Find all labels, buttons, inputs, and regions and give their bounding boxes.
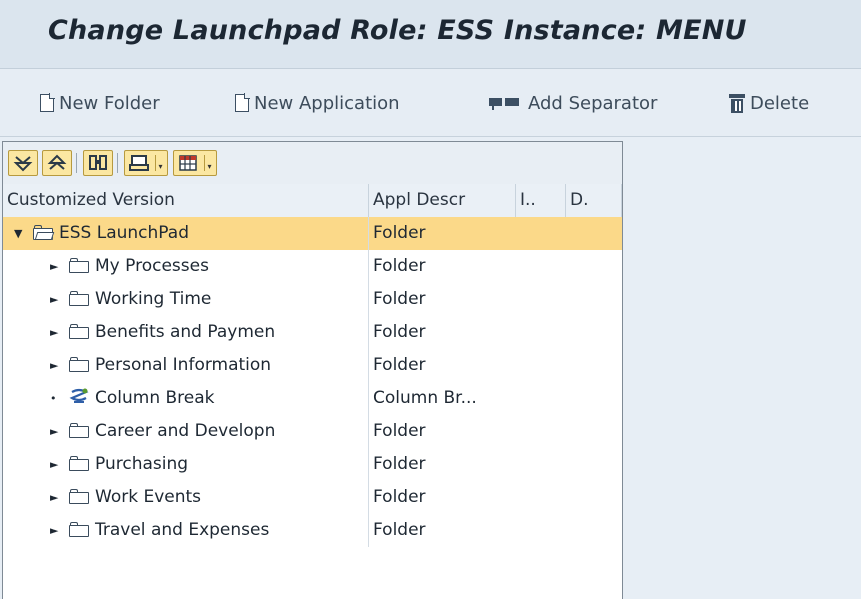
tree-rows: ▼ ESS LaunchPad Folder ► My Processes Folder ►… bbox=[3, 217, 622, 547]
folder-icon bbox=[69, 324, 89, 339]
delete-label: Delete bbox=[750, 92, 810, 114]
expand-all-icon bbox=[13, 156, 33, 172]
folder-icon bbox=[69, 291, 89, 306]
appl-descr-cell: Folder bbox=[373, 223, 426, 243]
tree-node-cell[interactable]: ► My Processes bbox=[3, 250, 369, 283]
tree-node-cell[interactable]: ► Benefits and Paymen bbox=[3, 316, 369, 349]
expand-arrow-icon[interactable]: ► bbox=[50, 415, 58, 448]
tree-node-cell[interactable]: ► Working Time bbox=[3, 283, 369, 316]
tree-node-label: ESS LaunchPad bbox=[59, 223, 189, 243]
delete-button[interactable]: Delete bbox=[729, 90, 809, 116]
trash-icon bbox=[729, 93, 745, 113]
column-break-icon bbox=[69, 388, 89, 413]
tree-node-label: Column Break bbox=[95, 388, 215, 408]
chevron-down-icon[interactable]: ▾ bbox=[204, 155, 214, 171]
new-document-icon bbox=[40, 93, 55, 112]
folder-icon bbox=[69, 258, 89, 273]
expand-arrow-icon[interactable]: ► bbox=[50, 514, 58, 547]
tree-toolbar: ▾ ▾ bbox=[3, 142, 622, 185]
new-application-button[interactable]: New Application bbox=[235, 90, 400, 116]
chevron-down-icon[interactable]: ▾ bbox=[155, 155, 165, 171]
appl-descr-cell: Column Br... bbox=[373, 388, 477, 408]
print-icon bbox=[129, 155, 149, 171]
tree-node-label: Working Time bbox=[95, 289, 212, 309]
table-row[interactable]: ► Career and Developn Folder bbox=[3, 415, 622, 448]
expand-arrow-icon[interactable]: ► bbox=[50, 250, 58, 283]
tree-node-cell[interactable]: ► Travel and Expenses bbox=[3, 514, 369, 547]
folder-open-icon bbox=[33, 225, 55, 240]
empty-detail-area bbox=[623, 141, 861, 599]
tree-node-cell[interactable]: ► Career and Developn bbox=[3, 415, 369, 448]
page-title: Change Launchpad Role: ESS Instance: MEN… bbox=[48, 15, 747, 46]
folder-icon bbox=[69, 522, 89, 537]
column-header[interactable]: I.. bbox=[516, 184, 566, 217]
appl-descr-cell: Folder bbox=[373, 355, 426, 375]
table-row[interactable]: ► Working Time Folder bbox=[3, 283, 622, 316]
column-header[interactable]: D. bbox=[566, 184, 622, 217]
layout-grid-icon bbox=[179, 155, 197, 171]
table-row[interactable]: • Column Break Column Br... bbox=[3, 382, 622, 415]
tree-node-label: Benefits and Paymen bbox=[95, 322, 276, 342]
table-row[interactable]: ▼ ESS LaunchPad Folder bbox=[3, 217, 622, 250]
column-header[interactable]: Customized Version bbox=[3, 184, 369, 217]
expand-all-button[interactable] bbox=[8, 150, 38, 176]
expand-arrow-icon[interactable]: ► bbox=[50, 481, 58, 514]
tree-node-label: My Processes bbox=[95, 256, 209, 276]
collapse-all-icon bbox=[47, 154, 67, 170]
tree-node-label: Purchasing bbox=[95, 454, 189, 474]
folder-icon bbox=[69, 357, 89, 372]
appl-descr-cell: Folder bbox=[373, 520, 426, 540]
table-row[interactable]: ► Personal Information Folder bbox=[3, 349, 622, 382]
expand-arrow-icon[interactable]: ► bbox=[50, 316, 58, 349]
table-row[interactable]: ► Work Events Folder bbox=[3, 481, 622, 514]
new-application-label: New Application bbox=[254, 92, 400, 114]
collapse-arrow-icon[interactable]: ▼ bbox=[14, 217, 22, 250]
folder-icon bbox=[69, 423, 89, 438]
print-button[interactable]: ▾ bbox=[124, 150, 168, 176]
new-folder-label: New Folder bbox=[59, 92, 160, 114]
tree-node-cell[interactable]: ► Personal Information bbox=[3, 349, 369, 382]
tree-node-label: Travel and Expenses bbox=[95, 520, 270, 540]
tree-node-label: Career and Developn bbox=[95, 421, 276, 441]
title-bar: Change Launchpad Role: ESS Instance: MEN… bbox=[0, 0, 861, 69]
find-icon bbox=[89, 155, 107, 170]
table-row[interactable]: ► My Processes Folder bbox=[3, 250, 622, 283]
column-header[interactable]: Appl Descr bbox=[369, 184, 516, 217]
add-separator-button[interactable]: Add Separator bbox=[489, 90, 657, 116]
column-header-row: Customized Version Appl Descr I.. D. bbox=[3, 184, 622, 218]
table-row[interactable]: ► Purchasing Folder bbox=[3, 448, 622, 481]
appl-descr-cell: Folder bbox=[373, 487, 426, 507]
appl-descr-cell: Folder bbox=[373, 421, 426, 441]
tree-node-label: Work Events bbox=[95, 487, 202, 507]
new-folder-button[interactable]: New Folder bbox=[40, 90, 160, 116]
application-toolbar: New Folder New Application Add Separator… bbox=[0, 69, 861, 137]
expand-arrow-icon[interactable]: ► bbox=[50, 349, 58, 382]
layout-button[interactable]: ▾ bbox=[173, 150, 217, 176]
new-document-icon bbox=[235, 93, 250, 112]
table-row[interactable]: ► Benefits and Paymen Folder bbox=[3, 316, 622, 349]
appl-descr-cell: Folder bbox=[373, 289, 426, 309]
tree-panel: ▾ ▾ Customized Version Appl Descr I.. D.… bbox=[2, 141, 623, 599]
folder-icon bbox=[69, 456, 89, 471]
expand-arrow-icon[interactable]: ► bbox=[50, 283, 58, 316]
table-row[interactable]: ► Travel and Expenses Folder bbox=[3, 514, 622, 547]
leaf-dot-icon: • bbox=[50, 392, 57, 405]
collapse-all-button[interactable] bbox=[42, 150, 72, 176]
find-button[interactable] bbox=[83, 150, 113, 176]
tree-node-cell[interactable]: ► Work Events bbox=[3, 481, 369, 514]
tree-node-cell[interactable]: ▼ ESS LaunchPad bbox=[3, 217, 369, 250]
appl-descr-cell: Folder bbox=[373, 256, 426, 276]
separator-icon bbox=[489, 96, 523, 110]
expand-arrow-icon[interactable]: ► bbox=[50, 448, 58, 481]
folder-icon bbox=[69, 489, 89, 504]
tree-node-label: Personal Information bbox=[95, 355, 272, 375]
tree-node-cell[interactable]: ► Purchasing bbox=[3, 448, 369, 481]
appl-descr-cell: Folder bbox=[373, 322, 426, 342]
tree-node-cell[interactable]: • Column Break bbox=[3, 382, 369, 415]
add-separator-label: Add Separator bbox=[528, 92, 658, 114]
appl-descr-cell: Folder bbox=[373, 454, 426, 474]
